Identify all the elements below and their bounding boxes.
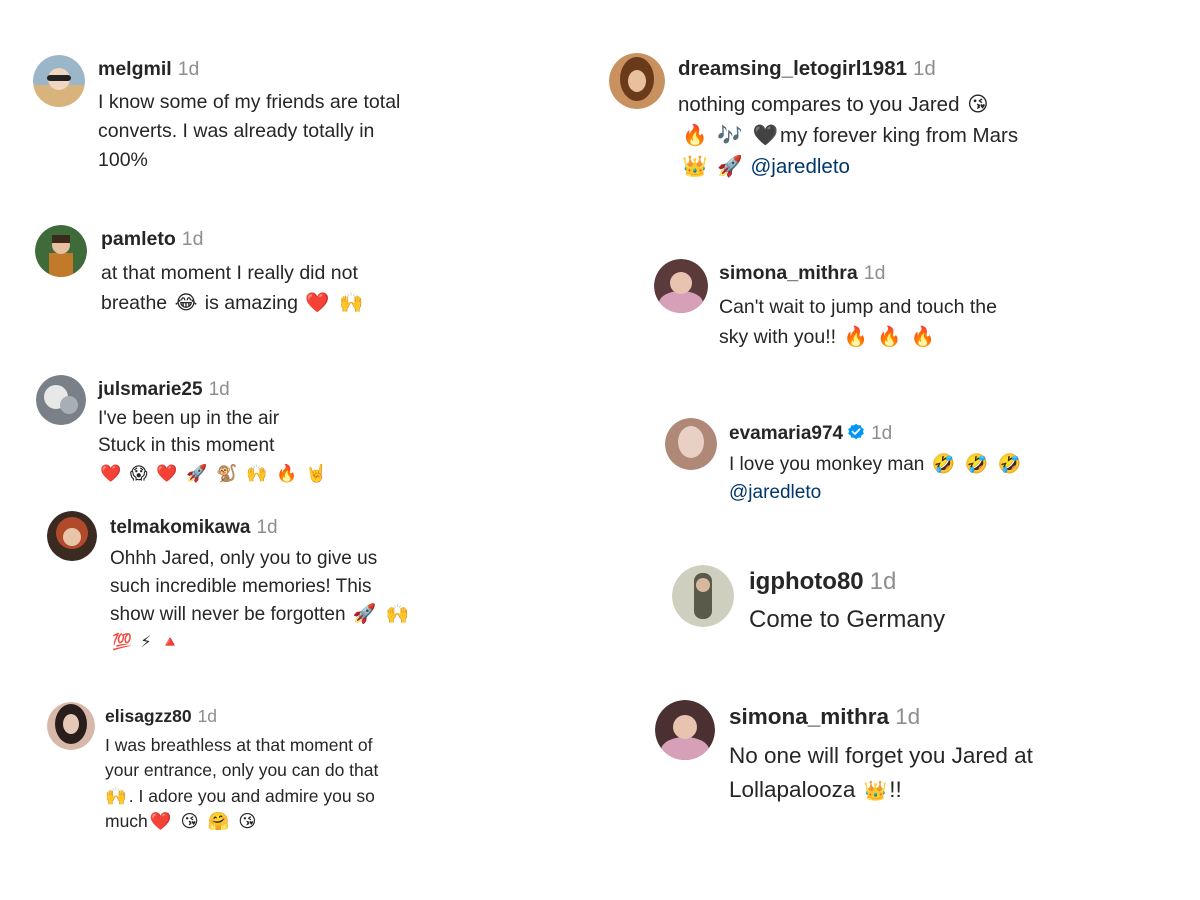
lightning-emoji-icon: ⚡ bbox=[140, 634, 152, 651]
username[interactable]: igphoto80 bbox=[749, 568, 864, 595]
rofl-emoji-icon: 🤣 bbox=[997, 454, 1022, 475]
laughing-emoji-icon: 😂 bbox=[174, 291, 198, 314]
rocket-emoji-icon: 🚀 bbox=[186, 464, 208, 483]
username[interactable]: simona_mithra bbox=[719, 262, 858, 284]
screaming-emoji-icon: 😱 bbox=[129, 464, 148, 483]
username[interactable]: telmakomikawa bbox=[110, 517, 250, 538]
raised-hands-emoji-icon: 🙌 bbox=[339, 291, 364, 314]
avatar[interactable] bbox=[665, 418, 717, 470]
hugging-emoji-icon: 🤗 bbox=[207, 811, 230, 831]
comment-text: sky with you!! 🔥 🔥 🔥 bbox=[719, 322, 997, 352]
timestamp[interactable]: 1d bbox=[178, 58, 200, 80]
avatar[interactable] bbox=[35, 225, 87, 277]
comment-text: Stuck in this moment bbox=[98, 435, 275, 456]
timestamp[interactable]: 1d bbox=[209, 379, 230, 400]
comment-text: show will never be forgotten 🚀 🙌 bbox=[110, 601, 411, 629]
crown-emoji-icon: 👑 bbox=[863, 780, 888, 802]
comment-text: 🔥 🎶 🖤my forever king from Mars bbox=[678, 120, 1018, 151]
comment-text: 100% bbox=[98, 148, 148, 171]
comment-text: breathe 😂 is amazing ❤️ 🙌 bbox=[101, 288, 365, 318]
fire-emoji-icon: 🔥 bbox=[276, 464, 298, 483]
avatar[interactable] bbox=[654, 259, 708, 313]
kissing-emoji-icon: 😘 bbox=[238, 811, 257, 831]
kissing-emoji-icon: 😘 bbox=[180, 811, 199, 831]
rocket-emoji-icon: 🚀 bbox=[717, 154, 743, 178]
avatar[interactable] bbox=[33, 55, 85, 107]
username[interactable]: evamaria974 bbox=[729, 423, 843, 444]
comment-text: Come to Germany bbox=[749, 606, 946, 633]
heart-emoji-icon: ❤️ bbox=[305, 291, 330, 314]
avatar[interactable] bbox=[47, 511, 97, 561]
comment-text: Lollapalooza 👑!! bbox=[729, 773, 1033, 809]
raised-hands-emoji-icon: 🙌 bbox=[246, 464, 268, 483]
fire-emoji-icon: 🔥 bbox=[682, 123, 708, 147]
comment-text: converts. I was already totally in bbox=[98, 119, 375, 142]
comment-text: I've been up in the air bbox=[98, 408, 280, 429]
comment-text: Can't wait to jump and touch the bbox=[719, 295, 997, 318]
avatar[interactable] bbox=[655, 700, 715, 760]
timestamp[interactable]: 1d bbox=[256, 517, 277, 538]
comment-text: such incredible memories! This bbox=[110, 576, 372, 597]
username[interactable]: dreamsing_letogirl1981 bbox=[678, 57, 907, 80]
comment-text: 🙌. I adore you and admire you so bbox=[105, 784, 378, 810]
username[interactable]: julsmarie25 bbox=[98, 379, 203, 400]
comment-text: 👑 🚀 @jaredleto bbox=[678, 151, 1018, 182]
emoji-row: ❤️ 😱 ❤️ 🚀 🐒 🙌 🔥 🤘 bbox=[98, 459, 329, 489]
timestamp[interactable]: 1d bbox=[864, 262, 886, 284]
red-triangle-emoji-icon: 🔺 bbox=[160, 634, 180, 651]
emoji-row: 💯 ⚡ 🔺 bbox=[110, 629, 411, 657]
rock-on-emoji-icon: 🤘 bbox=[305, 464, 328, 483]
avatar[interactable] bbox=[36, 375, 86, 425]
timestamp[interactable]: 1d bbox=[913, 57, 936, 80]
heart-emoji-icon: ❤️ bbox=[100, 464, 122, 483]
fire-emoji-icon: 🔥 bbox=[843, 325, 868, 348]
heart-emoji-icon: ❤️ bbox=[156, 464, 178, 483]
mention-link[interactable]: @jaredleto bbox=[750, 155, 849, 178]
comment-text: nothing compares to you Jared 😘 bbox=[678, 89, 1018, 120]
comment-text: your entrance, only you can do that bbox=[105, 760, 379, 780]
rofl-emoji-icon: 🤣 bbox=[931, 454, 956, 475]
username[interactable]: simona_mithra bbox=[729, 704, 889, 729]
black-heart-emoji-icon: 🖤 bbox=[752, 123, 778, 147]
raised-hands-emoji-icon: 🙌 bbox=[105, 785, 127, 806]
comment-text: I was breathless at that moment of bbox=[105, 734, 373, 755]
verified-badge-icon bbox=[848, 423, 864, 440]
timestamp[interactable]: 1d bbox=[182, 228, 204, 250]
timestamp[interactable]: 1d bbox=[895, 704, 920, 729]
mention-link[interactable]: @jaredleto bbox=[729, 479, 1023, 507]
comment-text: at that moment I really did not bbox=[101, 261, 358, 284]
comment-text: Ohhh Jared, only you to give us bbox=[110, 548, 378, 569]
timestamp[interactable]: 1d bbox=[871, 423, 892, 444]
fire-emoji-icon: 🔥 bbox=[877, 325, 902, 348]
comment-text: I love you monkey man 🤣 🤣 🤣 bbox=[729, 451, 1023, 479]
rocket-emoji-icon: 🚀 bbox=[352, 604, 377, 625]
timestamp[interactable]: 1d bbox=[198, 706, 217, 726]
avatar[interactable] bbox=[609, 53, 665, 109]
comment-text: No one will forget you Jared at bbox=[729, 742, 1033, 768]
avatar[interactable] bbox=[47, 702, 95, 750]
rofl-emoji-icon: 🤣 bbox=[964, 454, 989, 475]
heart-emoji-icon: ❤️ bbox=[149, 811, 172, 831]
monkey-emoji-icon: 🐒 bbox=[216, 464, 238, 483]
username[interactable]: melgmil bbox=[98, 58, 172, 80]
timestamp[interactable]: 1d bbox=[870, 568, 897, 595]
hundred-emoji-icon: 💯 bbox=[112, 634, 132, 651]
kissing-emoji-icon: 😘 bbox=[967, 92, 989, 116]
avatar[interactable] bbox=[672, 565, 734, 627]
username[interactable]: pamleto bbox=[101, 228, 176, 250]
fire-emoji-icon: 🔥 bbox=[910, 325, 936, 348]
crown-emoji-icon: 👑 bbox=[682, 154, 708, 178]
raised-hands-emoji-icon: 🙌 bbox=[385, 604, 410, 625]
username[interactable]: elisagzz80 bbox=[105, 706, 192, 726]
comment-text: much ❤️ 😘 🤗 😘 bbox=[105, 809, 378, 835]
music-notes-emoji-icon: 🎶 bbox=[717, 123, 743, 147]
comment-text: I know some of my friends are total bbox=[98, 90, 401, 113]
